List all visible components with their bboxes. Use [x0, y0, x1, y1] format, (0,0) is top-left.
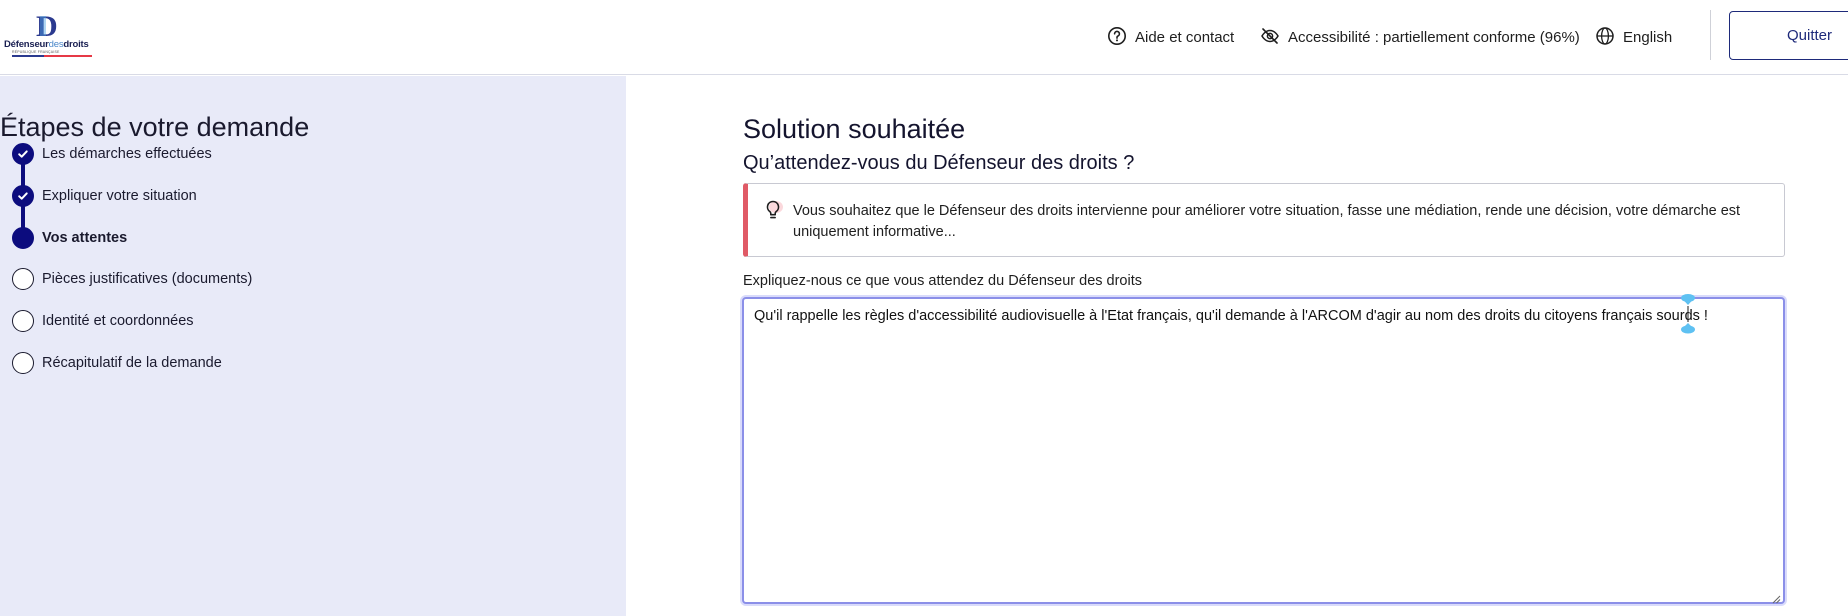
step-recapitulatif: Récapitulatif de la demande — [12, 351, 222, 375]
step-label: Pièces justificatives (documents) — [42, 271, 253, 287]
step-situation[interactable]: Expliquer votre situation — [12, 184, 197, 208]
expectations-field-container: Qu'il rappelle les règles d'accessibilit… — [742, 297, 1785, 604]
expectations-field-label: Expliquez-nous ce que vous attendez du D… — [743, 273, 1142, 289]
text-selection-handles-icon[interactable] — [1680, 292, 1696, 336]
step-demarches[interactable]: Les démarches effectuées — [12, 142, 212, 166]
step-label: Expliquer votre situation — [42, 188, 197, 204]
help-contact-link[interactable]: Aide et contact — [1107, 0, 1234, 75]
step-pieces: Pièces justificatives (documents) — [12, 267, 252, 291]
logo-tagline: RÉPUBLIQUE FRANÇAISE — [12, 50, 60, 54]
accessibility-link[interactable]: Accessibilité : partiellement conforme (… — [1260, 0, 1580, 75]
step-attentes[interactable]: Vos attentes — [12, 226, 127, 250]
question-circle-icon — [1107, 26, 1127, 50]
globe-icon — [1595, 26, 1615, 50]
empty-circle-icon — [12, 268, 34, 290]
steps-title: Étapes de votre demande — [0, 112, 310, 142]
empty-circle-icon — [12, 310, 34, 332]
step-label: Identité et coordonnées — [42, 313, 194, 329]
step-identite: Identité et coordonnées — [12, 309, 194, 333]
page-subtitle: Qu’attendez-vous du Défenseur des droits… — [743, 152, 1135, 174]
language-label: English — [1623, 29, 1673, 46]
check-circle-icon — [12, 185, 34, 207]
defenseur-des-droits-logo[interactable]: D Défenseurdesdroits RÉPUBLIQUE FRANÇAIS… — [4, 10, 96, 58]
page-title: Solution souhaitée — [743, 114, 966, 144]
step-label: Vos attentes — [42, 230, 128, 246]
info-callout: Vous souhaitez que le Défenseur des droi… — [743, 183, 1785, 257]
resize-handle-icon[interactable] — [1772, 591, 1781, 604]
eye-slash-icon — [1260, 26, 1280, 50]
language-switch[interactable]: English — [1595, 0, 1672, 75]
header-divider — [1710, 10, 1711, 60]
logo-letter: D — [36, 10, 58, 43]
accessibility-label: Accessibilité : partiellement conforme (… — [1288, 29, 1580, 46]
logo-wordmark: Défenseurdesdroits — [4, 39, 89, 50]
lightbulb-icon — [760, 198, 786, 224]
check-circle-icon — [12, 143, 34, 165]
logo-rule — [12, 55, 92, 57]
active-step-dot-icon — [12, 227, 34, 249]
empty-circle-icon — [12, 352, 34, 374]
info-text: Vous souhaitez que le Défenseur des droi… — [793, 203, 1741, 240]
step-label: Les démarches effectuées — [42, 146, 212, 162]
help-contact-label: Aide et contact — [1135, 29, 1235, 46]
expectations-textarea[interactable]: Qu'il rappelle les règles d'accessibilit… — [744, 299, 1783, 602]
step-label: Récapitulatif de la demande — [42, 355, 222, 371]
quit-button[interactable]: Quitter — [1729, 11, 1848, 60]
site-header: D Défenseurdesdroits RÉPUBLIQUE FRANÇAIS… — [0, 0, 1848, 75]
